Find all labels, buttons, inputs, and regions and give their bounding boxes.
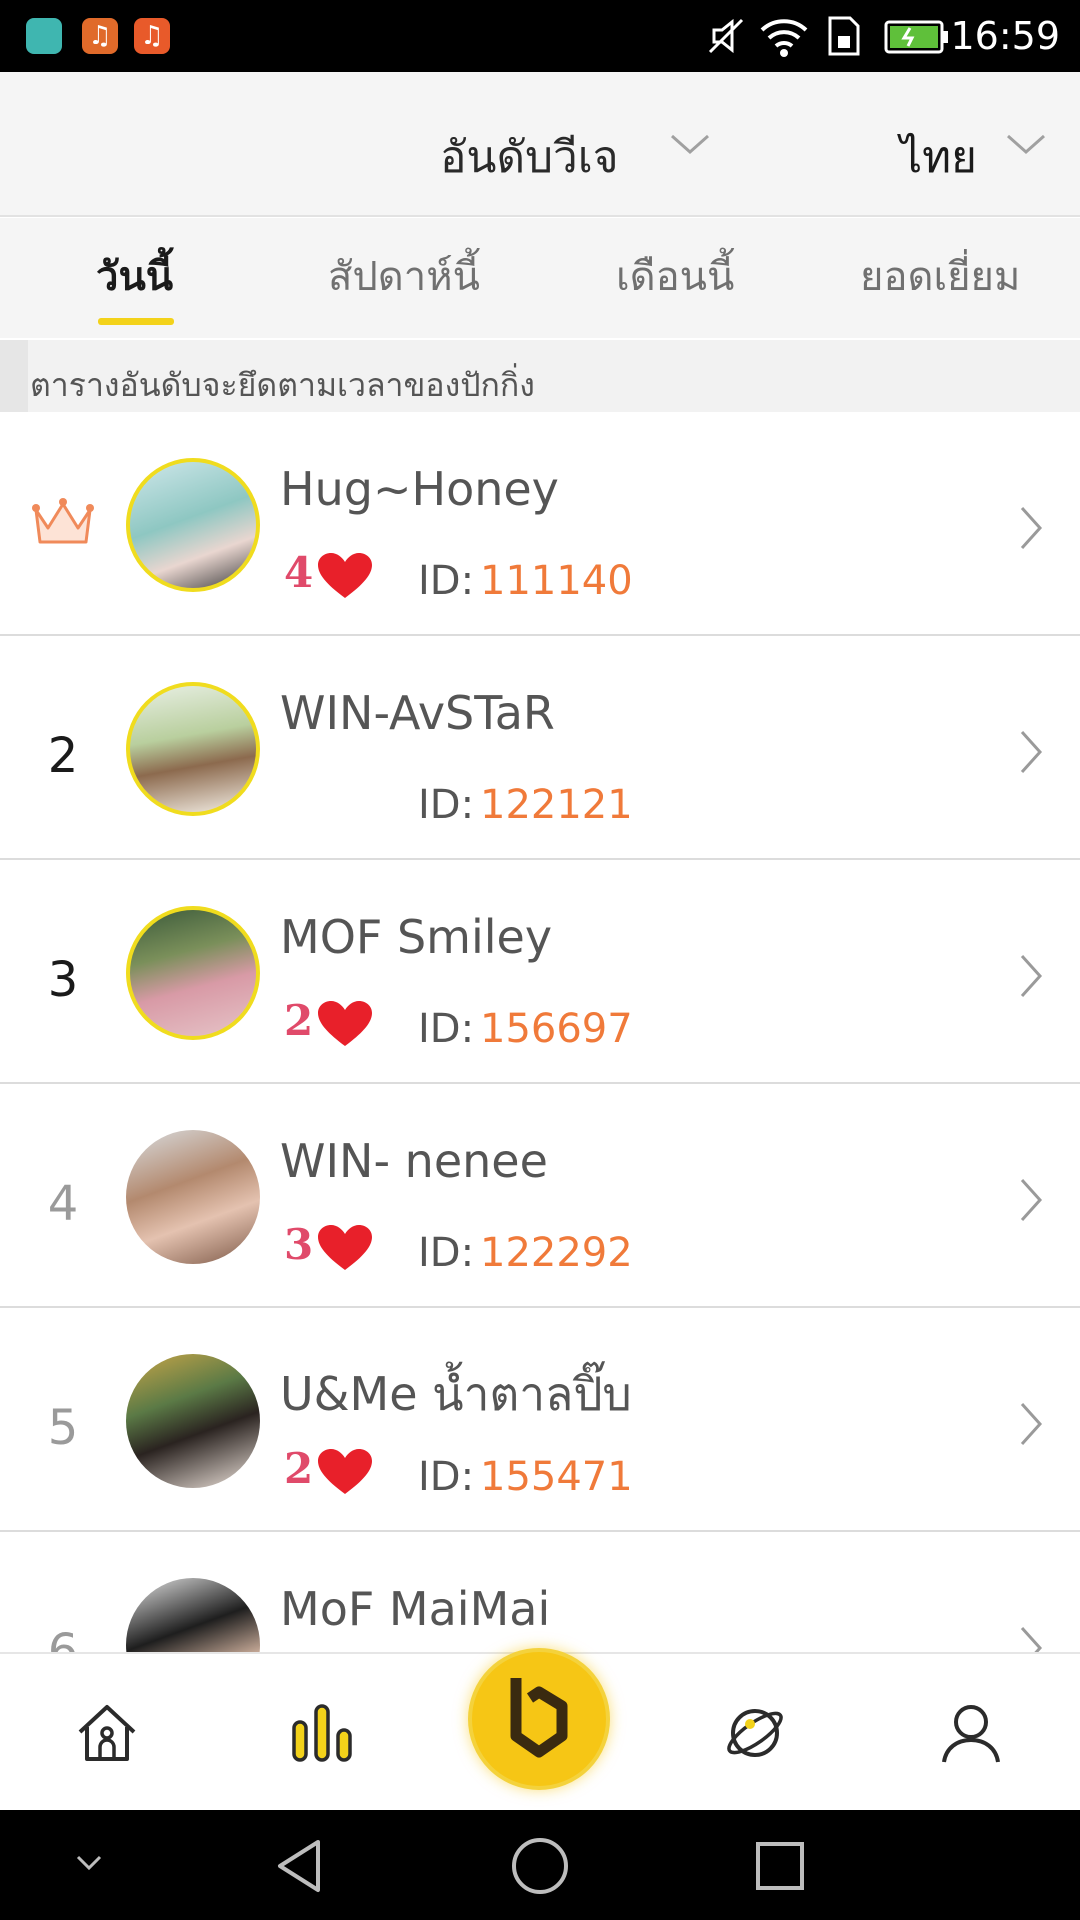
avatar[interactable] (126, 906, 260, 1040)
music-app-icon: ♫ (82, 18, 118, 54)
language-selector[interactable]: ไทย (900, 122, 977, 192)
period-tabs: วันนี้ สัปดาห์นี้ เดือนนี้ ยอดเยี่ยม (0, 218, 1080, 338)
mute-icon (708, 18, 744, 54)
app-logo-button[interactable] (468, 1648, 610, 1790)
sim-icon (828, 16, 860, 56)
list-item[interactable]: 2 WIN-AvSTaR ID: 122121 (0, 636, 1080, 860)
bottom-navigation (0, 1648, 1080, 1810)
notice-accent (0, 340, 28, 412)
vj-name: WIN- nenee (280, 1134, 548, 1188)
heart-icon (318, 1449, 372, 1494)
list-item[interactable]: Hug~Honey 4 ID: 111140 (0, 412, 1080, 636)
id-label: ID: (418, 1230, 475, 1276)
rank-number: 2 (47, 728, 79, 784)
tab-best[interactable]: ยอดเยี่ยม (860, 244, 1020, 308)
list-item[interactable]: 6 MoF MaiMai (0, 1532, 1080, 1652)
level-number: 2 (284, 1444, 314, 1493)
system-navigation-bar (0, 1810, 1080, 1920)
chart-icon[interactable] (290, 1702, 354, 1764)
level-badge: 2 (284, 996, 380, 1048)
avatar[interactable] (126, 1130, 260, 1264)
android-app-icon (26, 18, 62, 54)
id-value: 122292 (480, 1230, 633, 1276)
vj-name: Hug~Honey (280, 462, 559, 516)
level-number: 2 (284, 996, 314, 1045)
heart-icon (318, 553, 372, 598)
heart-icon (318, 1001, 372, 1046)
music-app-icon-2: ♫ (134, 18, 170, 54)
level-badge: 3 (284, 1220, 380, 1272)
profile-icon[interactable] (940, 1702, 1002, 1764)
rank-number: 5 (47, 1400, 79, 1456)
rank-number: 4 (47, 1176, 79, 1232)
list-item[interactable]: 5 U&Me น้ำตาลปิ๊บ 2 ID: 155471 (0, 1308, 1080, 1532)
rank-number: 3 (47, 952, 79, 1008)
header: อันดับวีเจ ไทย (0, 72, 1080, 217)
planet-icon[interactable] (722, 1702, 788, 1764)
id-label: ID: (418, 558, 475, 604)
status-bar: ♫ ♫ 16:59 (0, 0, 1080, 72)
status-time: 16:59 (950, 14, 1060, 58)
battery-icon (884, 20, 948, 54)
level-badge: 4 (284, 548, 380, 600)
vj-name: MOF Smiley (280, 910, 553, 964)
avatar[interactable] (126, 1578, 260, 1652)
id-label: ID: (418, 1006, 475, 1052)
list-item[interactable]: 4 WIN- nenee 3 ID: 122292 (0, 1084, 1080, 1308)
back-icon[interactable] (274, 1838, 324, 1894)
ranking-list[interactable]: Hug~Honey 4 ID: 111140 2 WIN-AvSTaR ID: … (0, 412, 1080, 1652)
chevron-right-icon (1020, 1178, 1043, 1222)
vj-name: WIN-AvSTaR (280, 686, 555, 740)
wifi-icon (760, 19, 808, 57)
app-logo-icon (510, 1678, 568, 1758)
id-label: ID: (418, 782, 475, 828)
notice-text: ตารางอันดับจะยึดตามเวลาของปักกิ่ง (30, 366, 535, 404)
chevron-right-icon (1020, 1402, 1043, 1446)
level-badge: 2 (284, 1444, 380, 1496)
id-value: 111140 (480, 558, 633, 604)
timezone-notice: ตารางอันดับจะยึดตามเวลาของปักกิ่ง (0, 340, 1080, 412)
id-value: 122121 (480, 782, 633, 828)
home-button-icon[interactable] (510, 1836, 570, 1896)
page-title[interactable]: อันดับวีเจ (440, 122, 619, 192)
level-number: 4 (284, 548, 314, 597)
tab-this-week[interactable]: สัปดาห์นี้ (328, 244, 480, 308)
tab-this-month[interactable]: เดือนนี้ (616, 244, 734, 308)
id-value: 156697 (480, 1006, 633, 1052)
list-item[interactable]: 3 MOF Smiley 2 ID: 156697 (0, 860, 1080, 1084)
chevron-right-icon (1020, 506, 1043, 550)
recents-icon[interactable] (754, 1840, 806, 1892)
tab-today[interactable]: วันนี้ (96, 244, 173, 308)
avatar[interactable] (126, 1354, 260, 1488)
chevron-down-icon[interactable] (74, 1852, 104, 1874)
avatar[interactable] (126, 682, 260, 816)
level-number: 3 (284, 1220, 314, 1269)
heart-icon (318, 1225, 372, 1270)
chevron-right-icon (1020, 954, 1043, 998)
vj-name: U&Me น้ำตาลปิ๊บ (280, 1367, 632, 1421)
vj-name: MoF MaiMai (280, 1582, 551, 1636)
id-label: ID: (418, 1454, 475, 1500)
chevron-down-icon[interactable] (1004, 130, 1048, 158)
active-tab-indicator (98, 318, 174, 325)
chevron-right-icon (1020, 730, 1043, 774)
chevron-down-icon[interactable] (668, 130, 712, 158)
crown-icon (32, 498, 94, 544)
home-icon[interactable] (76, 1702, 138, 1764)
id-value: 155471 (480, 1454, 633, 1500)
avatar[interactable] (126, 458, 260, 592)
chevron-right-icon (1020, 1626, 1043, 1652)
rank-number: 6 (47, 1624, 79, 1652)
